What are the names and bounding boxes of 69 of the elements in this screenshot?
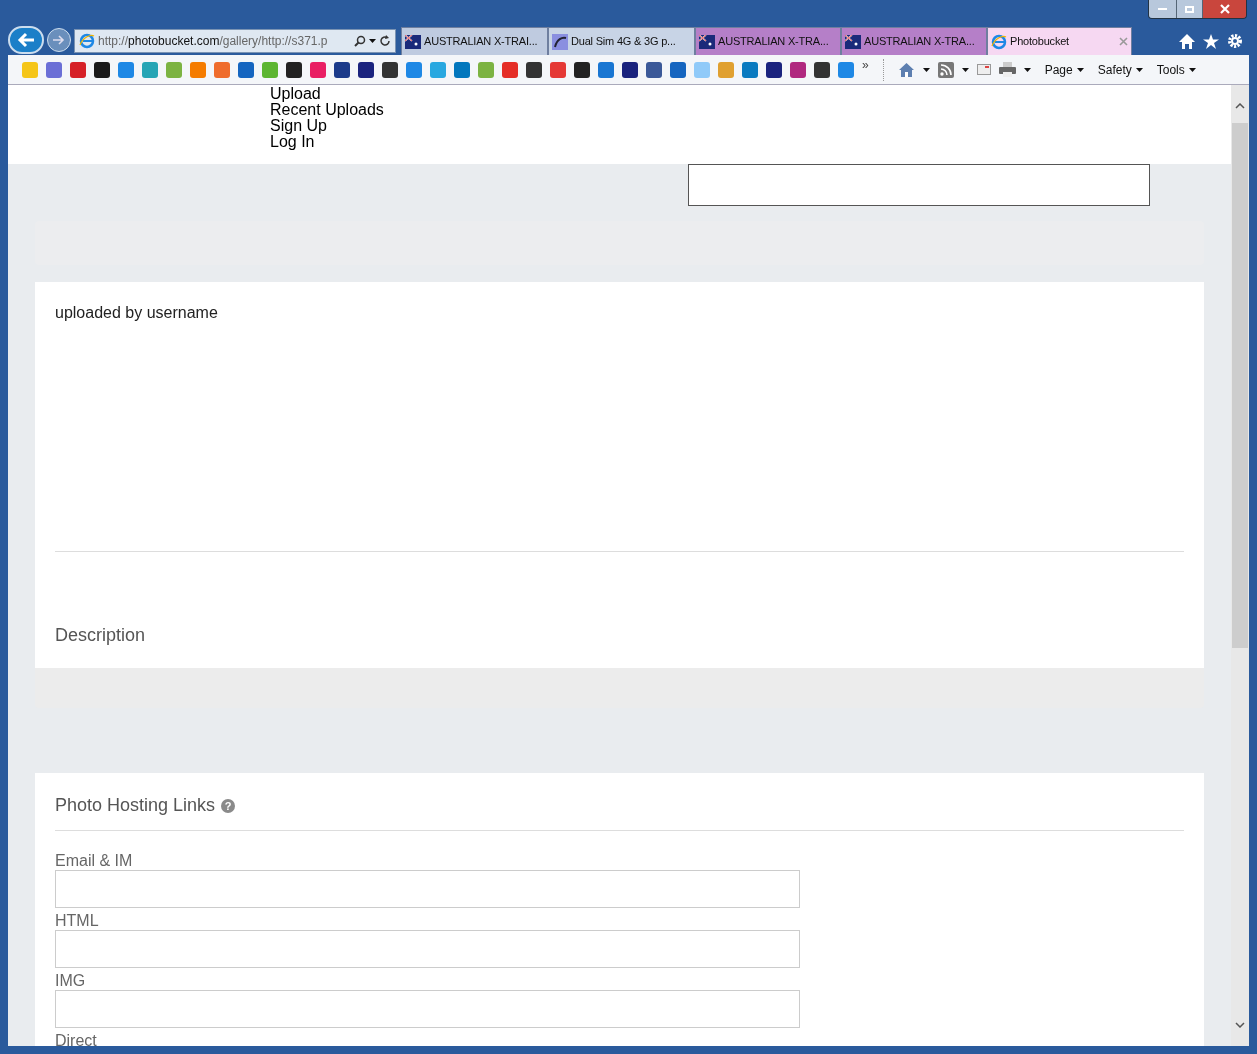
favorites-overflow[interactable]: »	[862, 56, 869, 74]
nav-link[interactable]: Upload	[270, 86, 321, 102]
back-button[interactable]	[8, 26, 44, 54]
field-label: IMG	[55, 972, 87, 990]
bookmark-icon[interactable]	[646, 61, 662, 78]
caret-icon	[1188, 67, 1196, 72]
field-label: HTML	[55, 912, 100, 930]
nav-link[interactable]: Recent Uploads	[270, 102, 384, 118]
search-icon[interactable]	[354, 35, 366, 47]
link-field[interactable]	[55, 930, 800, 968]
description-label: Description	[55, 624, 147, 647]
settings-icon[interactable]	[1227, 33, 1243, 49]
caret-icon	[961, 67, 969, 72]
swirl-icon	[552, 33, 568, 50]
bookmark-icon[interactable]	[382, 61, 398, 78]
caret-icon	[369, 39, 376, 43]
link-field[interactable]	[55, 990, 800, 1028]
browser-tab[interactable]: AUSTRALIAN X-TRA...	[695, 27, 841, 55]
mail-icon[interactable]	[976, 64, 991, 75]
command-menu[interactable]: Safety	[1097, 60, 1143, 79]
bookmark-icon[interactable]	[766, 61, 782, 78]
browser-tab[interactable]: AUSTRALIAN X-TRAI...	[401, 27, 548, 55]
browser-logo-icon	[79, 33, 95, 49]
field-label: Email & IM	[55, 852, 134, 870]
home-icon[interactable]	[1179, 33, 1195, 49]
field-label: Direct	[55, 1032, 98, 1046]
scrollbar[interactable]	[1231, 85, 1249, 1046]
star-icon[interactable]	[1203, 33, 1219, 49]
nav-link[interactable]: Sign Up	[270, 118, 327, 134]
bookmark-icon[interactable]	[94, 61, 110, 78]
command-menu[interactable]: Page	[1044, 60, 1084, 79]
bookmark-icon[interactable]	[526, 61, 542, 78]
close-button[interactable]	[1202, 0, 1246, 18]
printer-icon[interactable]	[998, 62, 1016, 77]
close-icon	[1219, 4, 1230, 14]
flag-icon	[845, 34, 861, 49]
bookmark-icon[interactable]	[574, 61, 590, 78]
browser-logo-icon	[991, 33, 1007, 50]
link-field[interactable]	[55, 870, 800, 908]
refresh-icon[interactable]	[379, 35, 391, 47]
caret-icon	[1023, 67, 1031, 72]
feed-icon[interactable]	[937, 61, 954, 78]
browser-tab[interactable]: Dual Sim 4G & 3G p...	[548, 27, 695, 55]
flag-icon	[699, 34, 715, 49]
caret-icon	[1135, 67, 1143, 72]
nav-link[interactable]: Log In	[270, 134, 315, 150]
bookmark-icon[interactable]	[814, 61, 830, 78]
flag-icon	[405, 34, 421, 49]
bookmark-icon[interactable]	[334, 61, 350, 78]
maximize-button[interactable]	[1176, 0, 1202, 18]
bookmark-icon[interactable]	[358, 61, 374, 78]
browser-tab[interactable]: AUSTRALIAN X-TRA...	[841, 27, 987, 55]
search-field[interactable]	[688, 164, 1150, 206]
arrow-left-icon	[17, 32, 35, 48]
browser-tab[interactable]: Photobucket	[987, 27, 1132, 55]
uploader-text: uploaded by username	[55, 303, 219, 323]
command-menu[interactable]: Tools	[1156, 60, 1196, 79]
arrow-right-icon	[53, 35, 65, 45]
address-url[interactable]: http://photobucket.com/gallery/http://s371.p	[98, 32, 351, 50]
scroll-down-icon[interactable]	[1235, 1022, 1245, 1028]
forward-button[interactable]	[47, 28, 71, 52]
bookmark-icon[interactable]	[286, 61, 302, 78]
links-title: Photo Hosting Links	[55, 794, 216, 817]
caret-icon	[1076, 67, 1084, 72]
bookmark-icon[interactable]	[622, 61, 638, 78]
home-icon[interactable]	[897, 61, 915, 78]
scroll-up-icon[interactable]	[1235, 103, 1245, 109]
caret-icon	[922, 67, 930, 72]
address-bar[interactable]: http://photobucket.com/gallery/http://s371.p	[74, 29, 396, 53]
